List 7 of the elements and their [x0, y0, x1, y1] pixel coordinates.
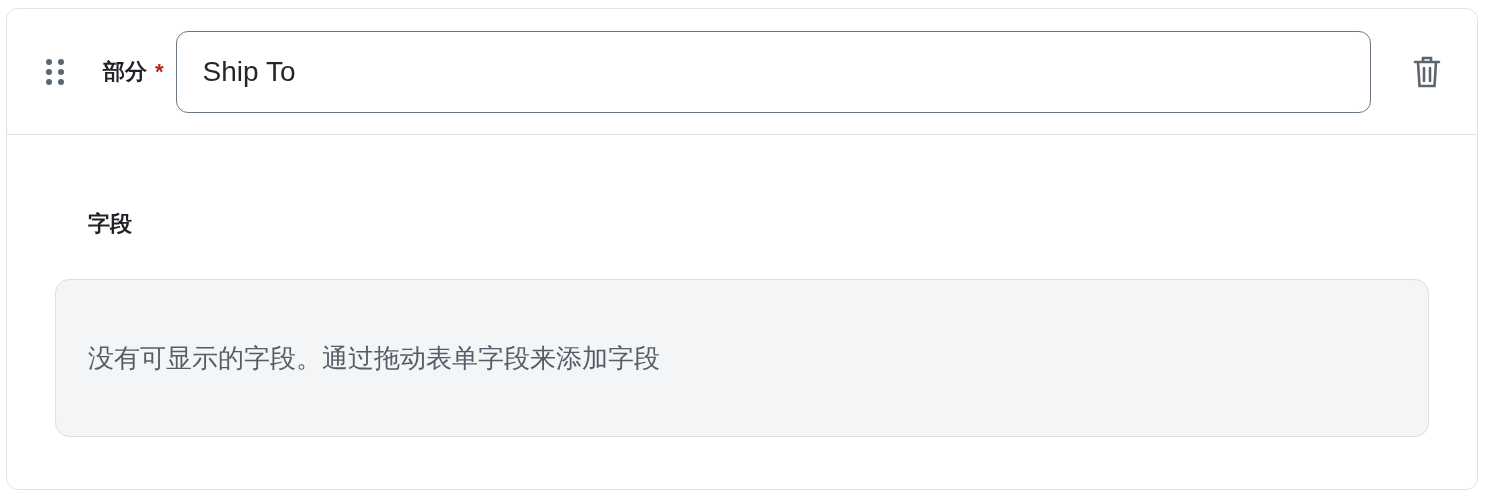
- field-label: 部分: [103, 57, 147, 86]
- trash-icon[interactable]: [1413, 54, 1441, 89]
- empty-message: 没有可显示的字段。通过拖动表单字段来添加字段: [88, 341, 660, 375]
- drag-handle-icon[interactable]: [45, 57, 65, 86]
- input-field[interactable]: Ship To: [175, 30, 1371, 113]
- required-mark: *: [155, 58, 164, 85]
- fields-heading: 字段: [88, 210, 133, 238]
